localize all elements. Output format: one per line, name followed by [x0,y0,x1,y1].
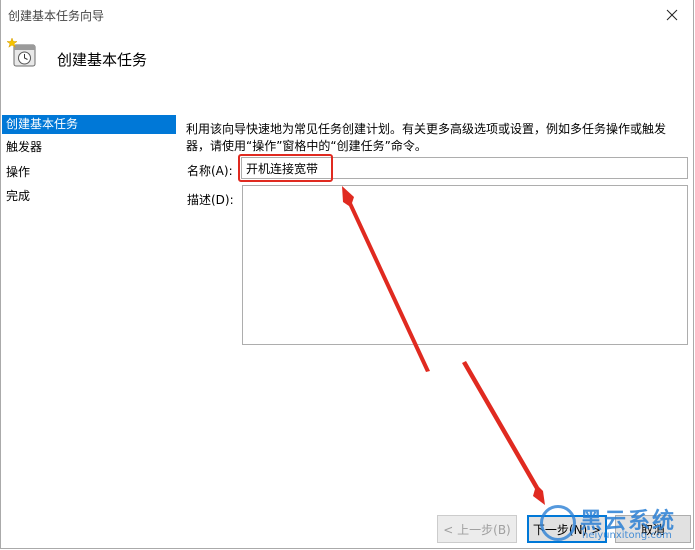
name-label: 名称(A): [187,164,233,178]
close-button[interactable] [649,0,695,30]
wizard-description: 利用该向导快速地为常见任务创建计划。有关更多高级选项或设置，例如多任务操作或触发… [186,121,686,155]
task-scheduler-icon [6,37,36,67]
step-trigger[interactable]: 触发器 [2,138,176,157]
description-line-1: 利用该向导快速地为常见任务创建计划。有关更多高级选项或设置，例如多任务操作或触发 [186,122,667,136]
wizard-header: 创建基本任务 [0,30,695,110]
title-bar: 创建基本任务向导 [0,0,695,30]
step-finish[interactable]: 完成 [2,187,176,206]
step-create-basic-task[interactable]: 创建基本任务 [2,115,176,134]
wizard-steps: 创建基本任务 触发器 操作 完成 [2,115,176,545]
next-button[interactable]: 下一步(N) > [527,515,607,543]
close-icon [666,9,678,21]
page-title: 创建基本任务 [57,51,148,69]
window-title: 创建基本任务向导 [8,9,105,23]
description-line-2: 器，请使用“操作”窗格中的“创建任务”命令。 [186,139,427,153]
step-action[interactable]: 操作 [2,163,176,182]
description-label: 描述(D): [187,193,234,207]
back-button[interactable]: < 上一步(B) [437,515,517,543]
name-field[interactable] [241,157,688,179]
description-field[interactable] [242,185,688,345]
cancel-button[interactable]: 取消 [615,515,691,543]
